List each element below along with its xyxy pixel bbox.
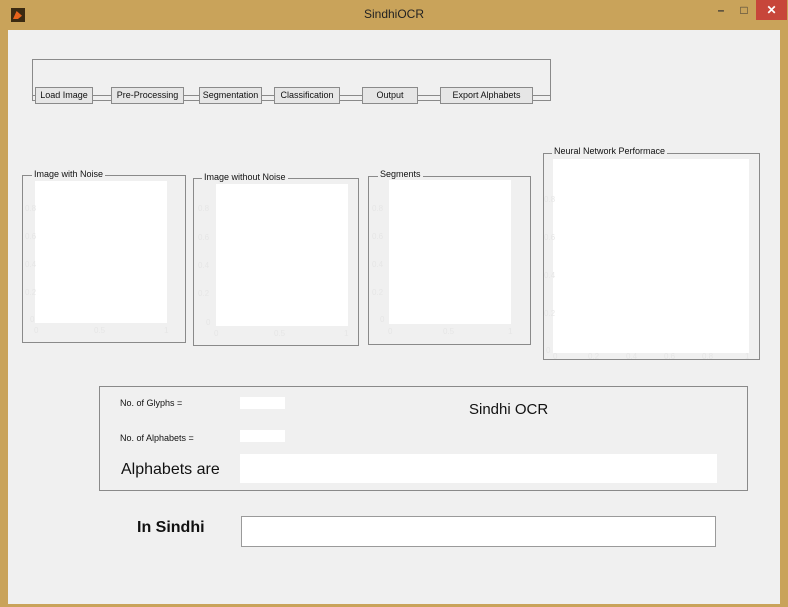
x-tick: 0.5 — [94, 326, 106, 335]
y-tick: 0.8 — [25, 204, 37, 213]
load-image-button[interactable]: Load Image — [35, 87, 93, 104]
y-tick: 0.4 — [198, 261, 210, 270]
y-tick: 0 — [380, 315, 385, 324]
x-tick: 0 — [214, 329, 219, 338]
glyphs-count-label: No. of Glyphs = — [120, 398, 183, 408]
y-tick: 0.6 — [372, 232, 384, 241]
segments-axes — [389, 180, 511, 324]
x-tick: 1 — [164, 326, 169, 335]
image-without-noise-label: Image without Noise — [202, 172, 288, 182]
x-tick: 1 — [508, 327, 513, 336]
neural-network-performance-axes — [553, 159, 749, 353]
image-with-noise-axes — [35, 181, 167, 323]
x-tick: 0.6 — [664, 352, 676, 361]
x-tick: 1 — [344, 329, 349, 338]
y-tick: 0.2 — [544, 309, 556, 318]
x-tick: 0.5 — [443, 327, 455, 336]
minimize-button[interactable]: – — [709, 0, 733, 20]
y-tick: 0.4 — [544, 271, 556, 280]
results-heading: Sindhi OCR — [469, 401, 549, 418]
export-alphabets-button[interactable]: Export Alphabets — [440, 87, 533, 104]
x-tick: 0 — [388, 327, 393, 336]
x-tick: 0.8 — [702, 352, 714, 361]
window-title: SindhiOCR — [363, 7, 425, 21]
y-tick: 0.6 — [25, 232, 37, 241]
x-tick: 0.2 — [588, 352, 600, 361]
in-sindhi-label: In Sindhi — [137, 519, 205, 536]
y-tick: 0.4 — [372, 260, 384, 269]
alphabets-are-label: Alphabets are — [121, 461, 220, 478]
x-tick: 1 — [745, 352, 750, 361]
in-sindhi-field[interactable] — [241, 516, 716, 547]
output-button[interactable]: Output — [362, 87, 418, 104]
y-tick: 0.8 — [372, 204, 384, 213]
y-tick: 0.2 — [198, 289, 210, 298]
pre-processing-button[interactable]: Pre-Processing — [111, 87, 184, 104]
y-tick: 0.2 — [372, 288, 384, 297]
x-tick: 0 — [553, 352, 558, 361]
x-tick: 0 — [34, 326, 39, 335]
neural-network-performance-label: Neural Network Performace — [552, 146, 668, 156]
image-with-noise-label: Image with Noise — [32, 169, 106, 179]
x-tick: 0.4 — [626, 352, 638, 361]
alphabets-count-field — [240, 430, 285, 442]
y-tick: 0 — [30, 315, 35, 324]
y-tick: 0.2 — [25, 288, 37, 297]
image-without-noise-axes — [216, 184, 348, 326]
y-tick: 0.6 — [198, 233, 210, 242]
y-tick: 0.6 — [544, 233, 556, 242]
x-tick: 0.5 — [274, 329, 286, 338]
y-tick: 0.8 — [198, 204, 210, 213]
figure-client-area: Load Image Pre-Processing Segmentation C… — [8, 30, 780, 604]
glyphs-count-field — [240, 397, 285, 409]
y-tick: 0.8 — [544, 195, 556, 204]
title-bar: SindhiOCR – □ ✕ — [0, 0, 788, 30]
alphabets-are-field — [240, 454, 717, 483]
close-button[interactable]: ✕ — [756, 0, 787, 20]
alphabets-count-label: No. of Alphabets = — [120, 433, 194, 443]
y-tick: 0 — [546, 346, 551, 355]
segmentation-button[interactable]: Segmentation — [199, 87, 262, 104]
y-tick: 0.4 — [25, 260, 37, 269]
segments-label: Segments — [378, 169, 423, 179]
y-tick: 0 — [206, 318, 211, 327]
classification-button[interactable]: Classification — [274, 87, 340, 104]
maximize-button[interactable]: □ — [732, 0, 756, 20]
